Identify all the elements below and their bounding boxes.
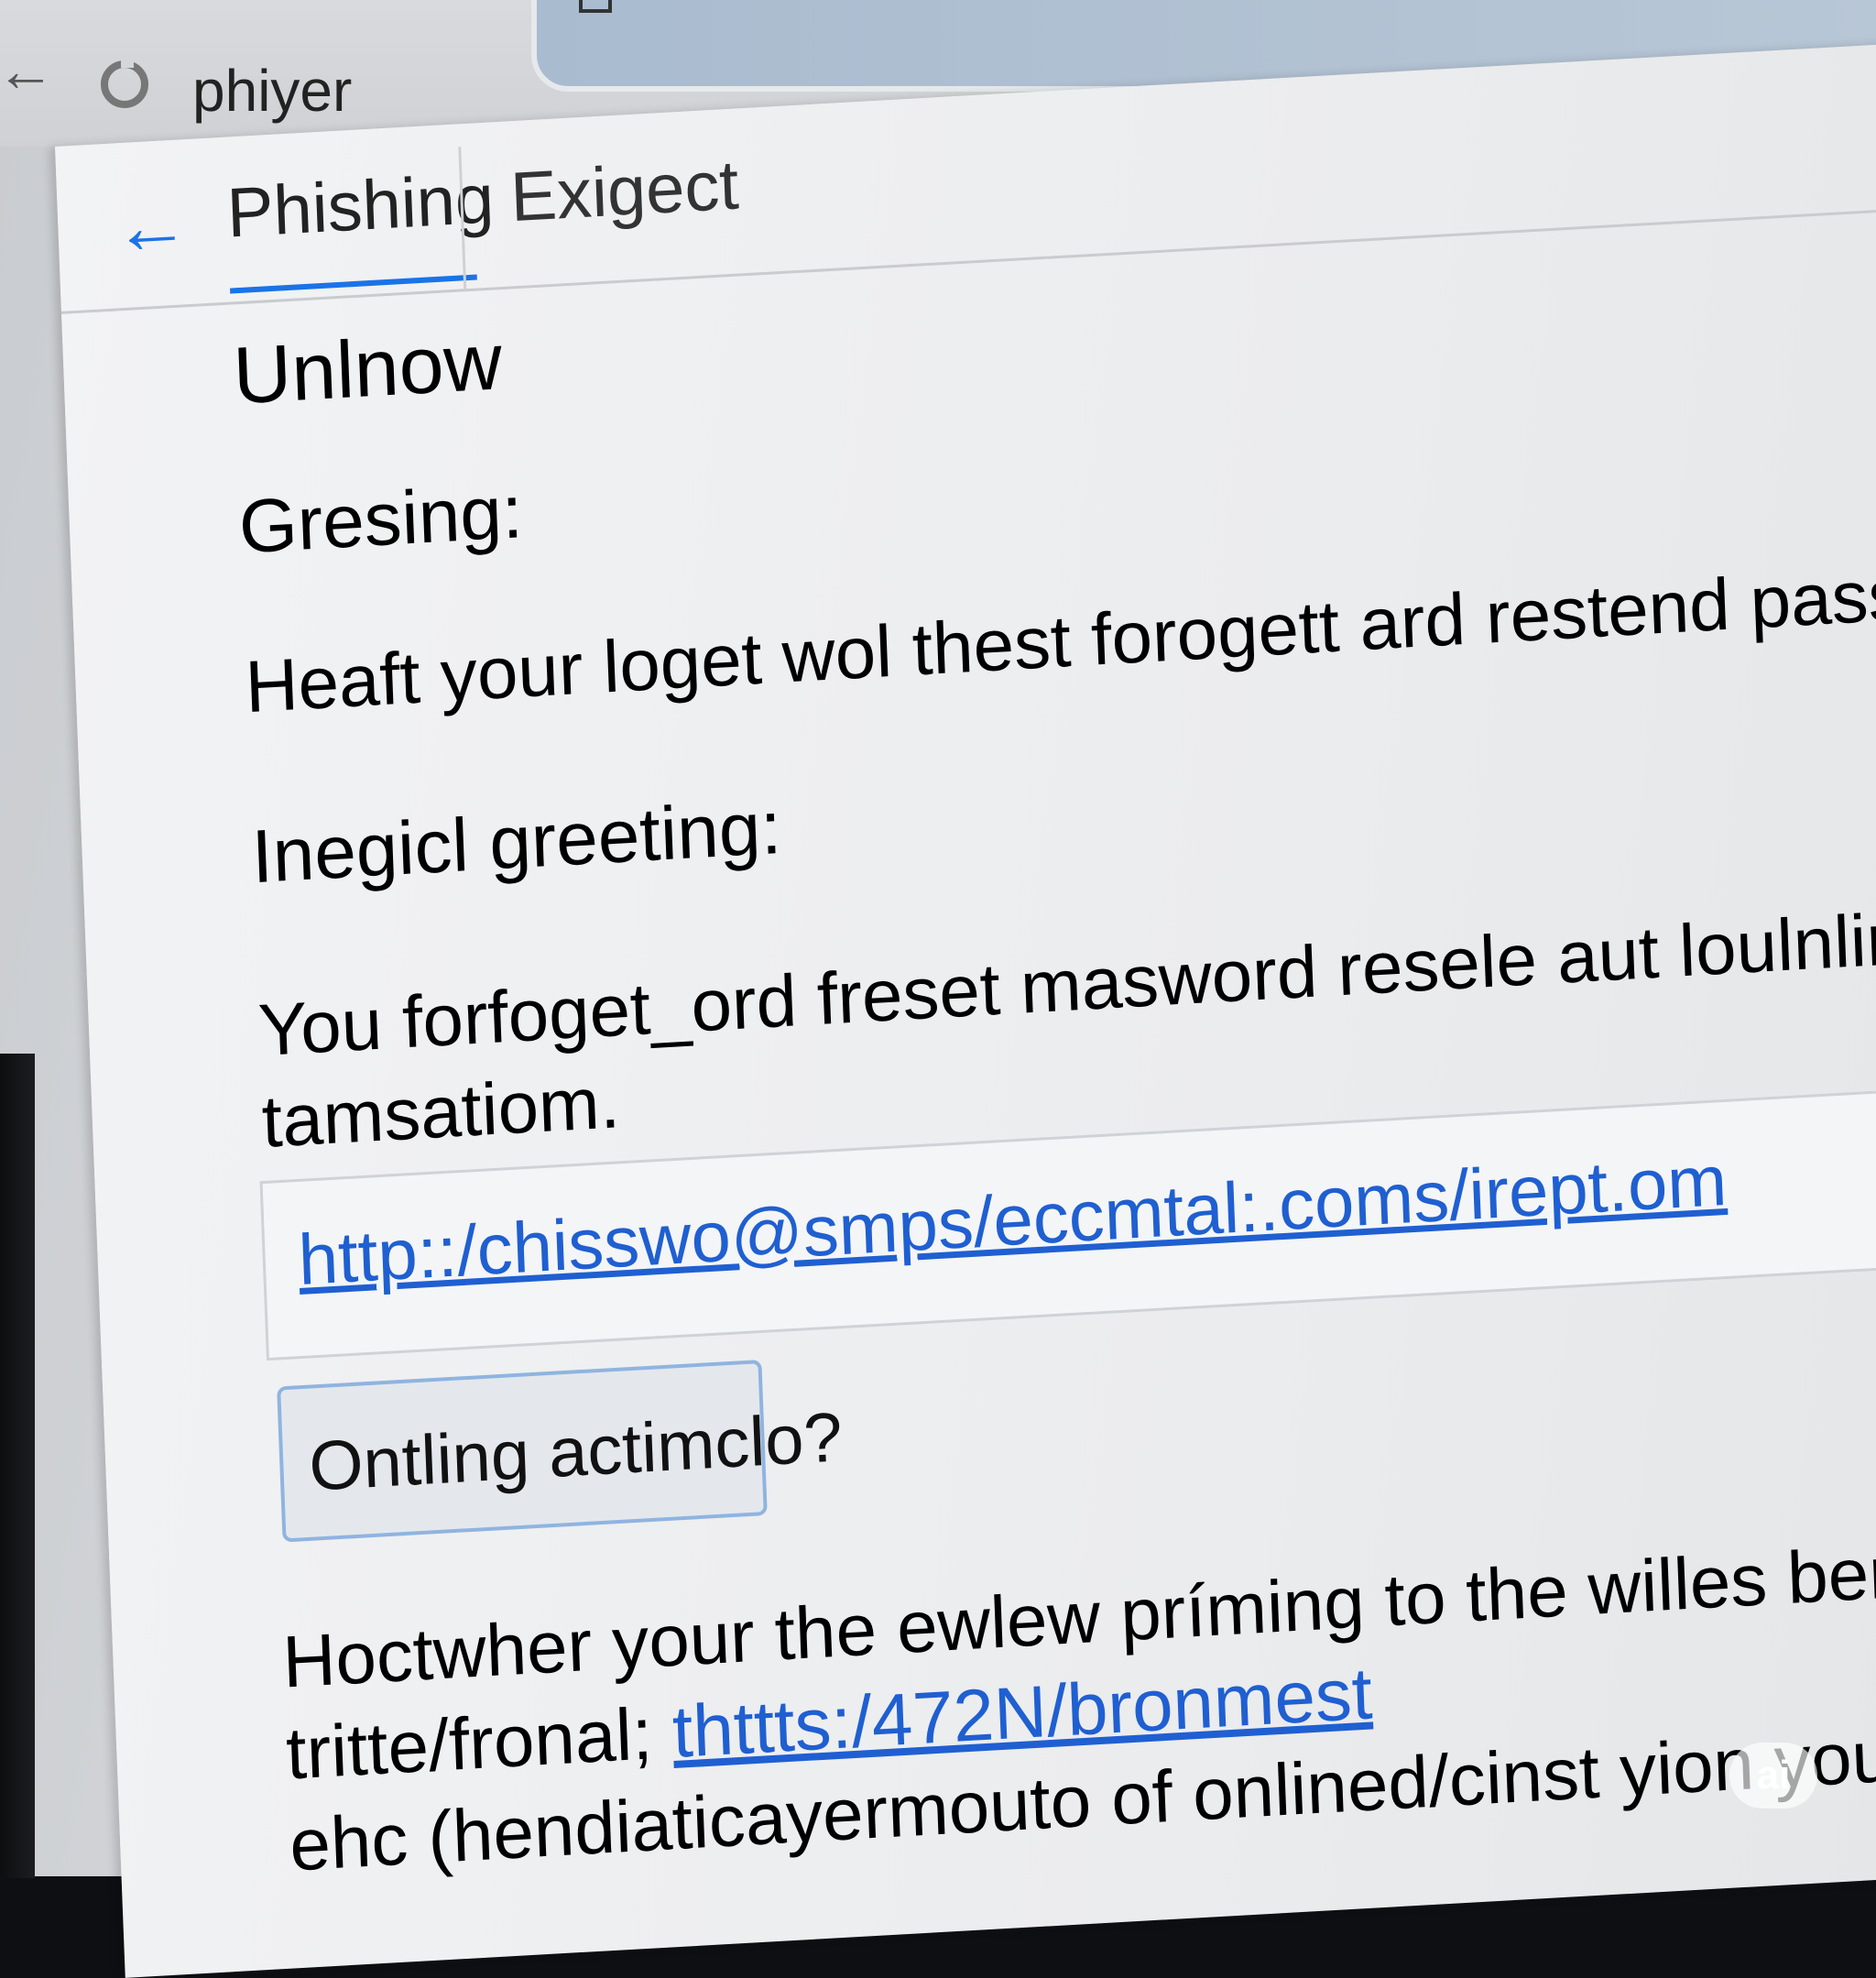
body-paragraph-2-line-1: You forfoget_ord freset masword resele a…	[256, 871, 1876, 1072]
ai-watermark: ai	[1729, 1743, 1817, 1809]
action-button-label: Ontling actimclo?	[307, 1398, 845, 1506]
tab-label: Exigect	[508, 146, 740, 237]
tab-icon	[579, 0, 612, 13]
monitor-bezel	[0, 1054, 35, 1878]
screen: ← phiyer ← Phishing Exigect Unlnow Gresi…	[0, 0, 1876, 1978]
suspicious-link[interactable]: http::/chisswo@smps/eccmtal:.coms/irept.…	[297, 1139, 1729, 1302]
tab-phishing[interactable]: Phishing	[225, 158, 496, 294]
active-tab-indicator	[230, 274, 477, 294]
tab-label: Phishing	[225, 159, 496, 253]
reload-icon[interactable]	[101, 55, 148, 108]
back-arrow-icon[interactable]: ←	[112, 180, 191, 271]
footer-line-2-text: tritte/fronal;	[284, 1692, 654, 1795]
greeting: Gresing:	[237, 470, 525, 570]
address-bar-text[interactable]: phiyer	[192, 57, 352, 125]
mail-window: ← Phishing Exigect Unlnow Gresing: Heaft…	[55, 38, 1876, 1978]
action-button[interactable]: Ontling actimclo?	[277, 1360, 844, 1543]
back-arrow-icon[interactable]: ←	[0, 41, 55, 100]
greeting-2: Inegicl greeting:	[250, 785, 783, 900]
body-paragraph-1: Heaft your loget wol thest forogett ard …	[244, 531, 1876, 728]
sender-name: Unlnow	[231, 315, 504, 421]
tab-exigect[interactable]: Exigect	[509, 145, 742, 277]
body-paragraph-2-line-2: tamsatiom.	[260, 1061, 622, 1164]
